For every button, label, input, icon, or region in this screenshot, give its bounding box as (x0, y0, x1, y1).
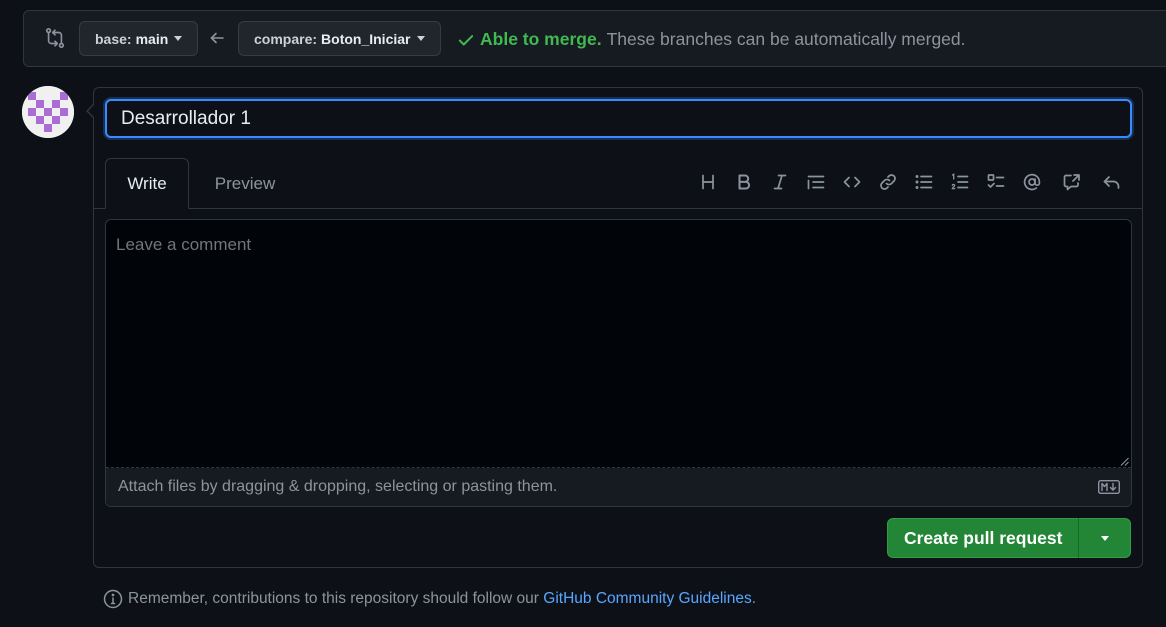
pull-request-form: Write Preview (93, 87, 1143, 568)
markdown-icon[interactable] (1098, 480, 1120, 494)
base-branch-label: base: (95, 30, 132, 47)
create-pull-request-button[interactable]: Create pull request (887, 518, 1131, 558)
avatar[interactable] (22, 86, 74, 138)
bold-icon[interactable] (734, 172, 754, 192)
merge-status-label: Able to merge. (480, 29, 602, 49)
info-icon (103, 589, 123, 609)
tab-write[interactable]: Write (105, 158, 189, 209)
compare-branch-value: Boton_Iniciar (321, 30, 411, 47)
merge-status: Able to merge. These branches can be aut… (457, 29, 966, 50)
community-guidelines-link[interactable]: GitHub Community Guidelines (543, 590, 751, 608)
link-icon[interactable] (878, 172, 898, 192)
pr-title-input[interactable] (105, 99, 1132, 138)
check-icon (458, 34, 474, 46)
heading-icon[interactable] (698, 172, 718, 192)
bulleted-list-icon[interactable] (914, 172, 934, 192)
compare-branch-button[interactable]: compare: Boton_Iniciar (238, 21, 441, 56)
comment-textarea[interactable] (106, 220, 1131, 468)
tab-preview[interactable]: Preview (199, 158, 291, 209)
arrow-left-icon (210, 32, 224, 44)
chevron-down-icon (416, 36, 425, 41)
reply-icon[interactable] (1102, 172, 1122, 192)
identicon-image (22, 86, 74, 138)
mention-icon[interactable] (1022, 172, 1042, 192)
quote-icon[interactable] (806, 172, 826, 192)
merge-status-description: These branches can be automatically merg… (606, 29, 966, 49)
editor-tabs: Write Preview (94, 158, 1142, 209)
compare-bar: base: main compare: Boton_Iniciar Able t… (23, 10, 1166, 67)
contribution-note: Remember, contributions to this reposito… (103, 589, 756, 609)
compare-branch-label: compare: (254, 30, 318, 47)
comment-pointer-inner (88, 104, 95, 118)
note-suffix: . (751, 590, 757, 607)
base-branch-button[interactable]: base: main (79, 21, 198, 56)
create-pr-options-dropdown[interactable] (1079, 518, 1130, 558)
note-prefix: Remember, contributions to this reposito… (128, 590, 539, 607)
markdown-toolbar (682, 172, 1122, 192)
attach-files-text: Attach files by dragging & dropping, sel… (118, 478, 558, 495)
chevron-down-icon (1100, 535, 1109, 541)
attach-files-bar[interactable]: Attach files by dragging & dropping, sel… (106, 468, 1131, 506)
italic-icon[interactable] (770, 172, 790, 192)
code-icon[interactable] (842, 172, 862, 192)
task-list-icon[interactable] (986, 172, 1006, 192)
cross-reference-icon[interactable] (1062, 172, 1082, 192)
chevron-down-icon (174, 36, 183, 41)
comment-area: Attach files by dragging & dropping, sel… (105, 219, 1132, 507)
git-compare-icon (45, 28, 65, 48)
resize-handle-icon[interactable] (1120, 457, 1129, 466)
create-pull-request-label: Create pull request (903, 527, 1063, 548)
base-branch-value: main (135, 30, 169, 47)
numbered-list-icon[interactable] (950, 172, 970, 192)
